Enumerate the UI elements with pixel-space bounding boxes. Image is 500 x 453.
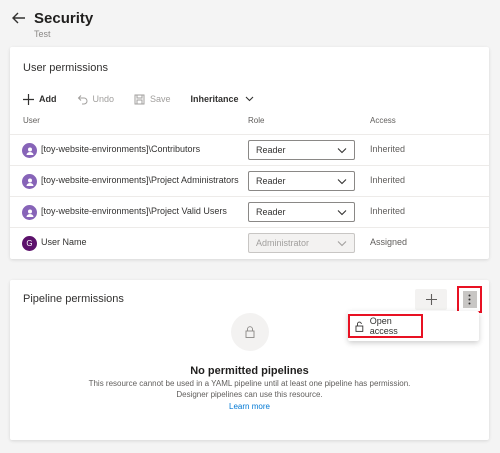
user-avatar: G bbox=[22, 236, 37, 251]
back-arrow-icon[interactable] bbox=[10, 9, 28, 27]
save-button[interactable]: Save bbox=[134, 94, 171, 105]
pipeline-permissions-title: Pipeline permissions bbox=[23, 293, 124, 305]
undo-button-label: Undo bbox=[92, 94, 115, 104]
open-access-menu-item[interactable]: Open access bbox=[348, 314, 423, 338]
more-options-button[interactable] bbox=[457, 286, 482, 313]
access-value: Inherited bbox=[370, 206, 406, 216]
group-avatar bbox=[22, 143, 37, 158]
group-icon bbox=[26, 178, 33, 186]
group-icon bbox=[26, 147, 33, 155]
access-value: Inherited bbox=[370, 144, 406, 154]
empty-state-description-2: Designer pipelines can use this resource… bbox=[176, 390, 323, 399]
context-menu: Open access bbox=[348, 311, 479, 341]
page-title: Security bbox=[34, 10, 94, 27]
table-row: G User Name Administrator Assigned bbox=[10, 227, 489, 258]
learn-more-link[interactable]: Learn more bbox=[10, 402, 489, 411]
role-dropdown[interactable]: Reader bbox=[248, 202, 355, 222]
role-value: Reader bbox=[256, 207, 286, 217]
chevron-down-icon bbox=[337, 179, 347, 185]
chevron-down-icon bbox=[245, 96, 253, 102]
role-dropdown[interactable]: Reader bbox=[248, 171, 355, 191]
role-dropdown[interactable]: Reader bbox=[248, 140, 355, 160]
add-pipeline-button[interactable] bbox=[415, 289, 447, 310]
user-name: [toy-website-environments]\Project Valid… bbox=[41, 206, 227, 216]
empty-state-title: No permitted pipelines bbox=[190, 365, 309, 377]
plus-icon bbox=[23, 93, 34, 105]
column-header-role: Role bbox=[248, 116, 265, 125]
undo-button[interactable]: Undo bbox=[77, 94, 115, 105]
user-name: [toy-website-environments]\Project Admin… bbox=[41, 175, 239, 185]
undo-icon bbox=[77, 94, 87, 104]
permissions-toolbar: Add Undo Save Inheritance bbox=[23, 90, 279, 108]
page-header: Security Test bbox=[0, 0, 500, 44]
save-icon bbox=[134, 94, 145, 104]
table-row: [toy-website-environments]\Project Valid… bbox=[10, 196, 489, 227]
open-access-label: Open access bbox=[369, 316, 398, 336]
add-button[interactable]: Add bbox=[23, 93, 57, 105]
access-value: Inherited bbox=[370, 175, 406, 185]
user-name: [toy-website-environments]\Contributors bbox=[41, 144, 201, 154]
chevron-down-icon bbox=[337, 241, 347, 247]
plus-icon bbox=[425, 294, 437, 305]
inheritance-dropdown[interactable]: Inheritance bbox=[191, 94, 259, 104]
role-value: Reader bbox=[256, 145, 286, 155]
inheritance-label: Inheritance bbox=[190, 94, 239, 104]
page-subtitle: Test bbox=[34, 29, 51, 39]
user-name: User Name bbox=[41, 237, 87, 247]
chevron-down-icon bbox=[337, 148, 347, 154]
table-row: [toy-website-environments]\Contributors … bbox=[10, 134, 489, 165]
lock-icon bbox=[245, 326, 255, 338]
add-button-label: Add bbox=[39, 94, 57, 104]
group-avatar bbox=[22, 174, 37, 189]
empty-state-description: This resource cannot be used in a YAML p… bbox=[88, 379, 411, 388]
chevron-down-icon bbox=[337, 210, 347, 216]
role-dropdown: Administrator bbox=[248, 233, 355, 253]
role-value: Reader bbox=[256, 176, 286, 186]
access-value: Assigned bbox=[370, 237, 408, 247]
group-avatar bbox=[22, 205, 37, 220]
column-header-access: Access bbox=[370, 116, 396, 125]
unlock-icon bbox=[355, 321, 364, 332]
user-permissions-title: User permissions bbox=[23, 62, 108, 74]
role-value: Administrator bbox=[256, 238, 310, 248]
save-button-label: Save bbox=[150, 94, 171, 104]
more-options-icon bbox=[462, 291, 477, 308]
column-header-user: User bbox=[23, 116, 40, 125]
table-row: [toy-website-environments]\Project Admin… bbox=[10, 165, 489, 196]
pipeline-permissions-card: Pipeline permissions Open access No perm… bbox=[10, 280, 489, 440]
group-icon bbox=[26, 209, 33, 217]
empty-state-lock bbox=[231, 313, 269, 351]
